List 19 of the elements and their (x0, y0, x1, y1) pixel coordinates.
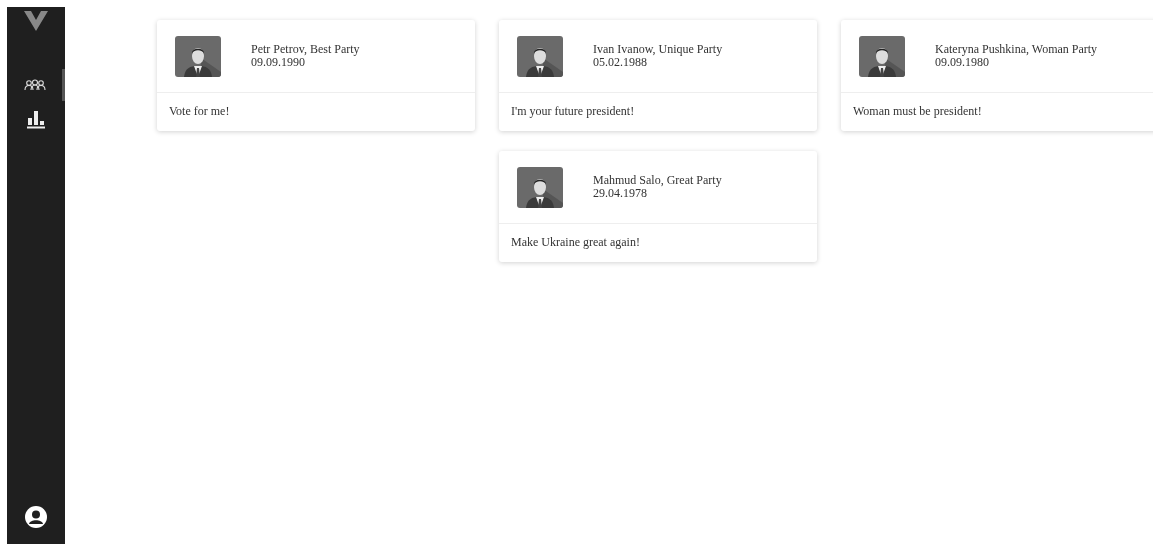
slogan: I'm your future president! (511, 104, 635, 118)
birth-date: 29.04.1978 (593, 187, 648, 200)
candidate-name: Kateryna Pushkina, Woman Party (935, 43, 1098, 56)
logo-icon (24, 11, 48, 31)
avatar-icon (517, 35, 563, 77)
slogan: Vote for me! (169, 104, 230, 118)
candidate-name: Petr Petrov, Best Party (251, 43, 360, 56)
birth-date: 09.09.1980 (935, 56, 990, 69)
birth-date: 09.09.1990 (251, 56, 306, 69)
bar-chart-icon (25, 109, 47, 129)
avatar-icon (517, 166, 563, 208)
avatar-icon (175, 35, 221, 77)
candidate-name: Ivan Ivanow, Unique Party (593, 43, 723, 56)
user-icon[interactable] (25, 506, 47, 528)
candidate-name: Mahmud Salo, Great Party (593, 174, 722, 187)
avatar-icon (859, 35, 905, 77)
slogan: Make Ukraine great again! (511, 235, 640, 249)
birth-date: 05.02.1988 (593, 56, 648, 69)
slogan: Woman must be president! (853, 104, 982, 118)
